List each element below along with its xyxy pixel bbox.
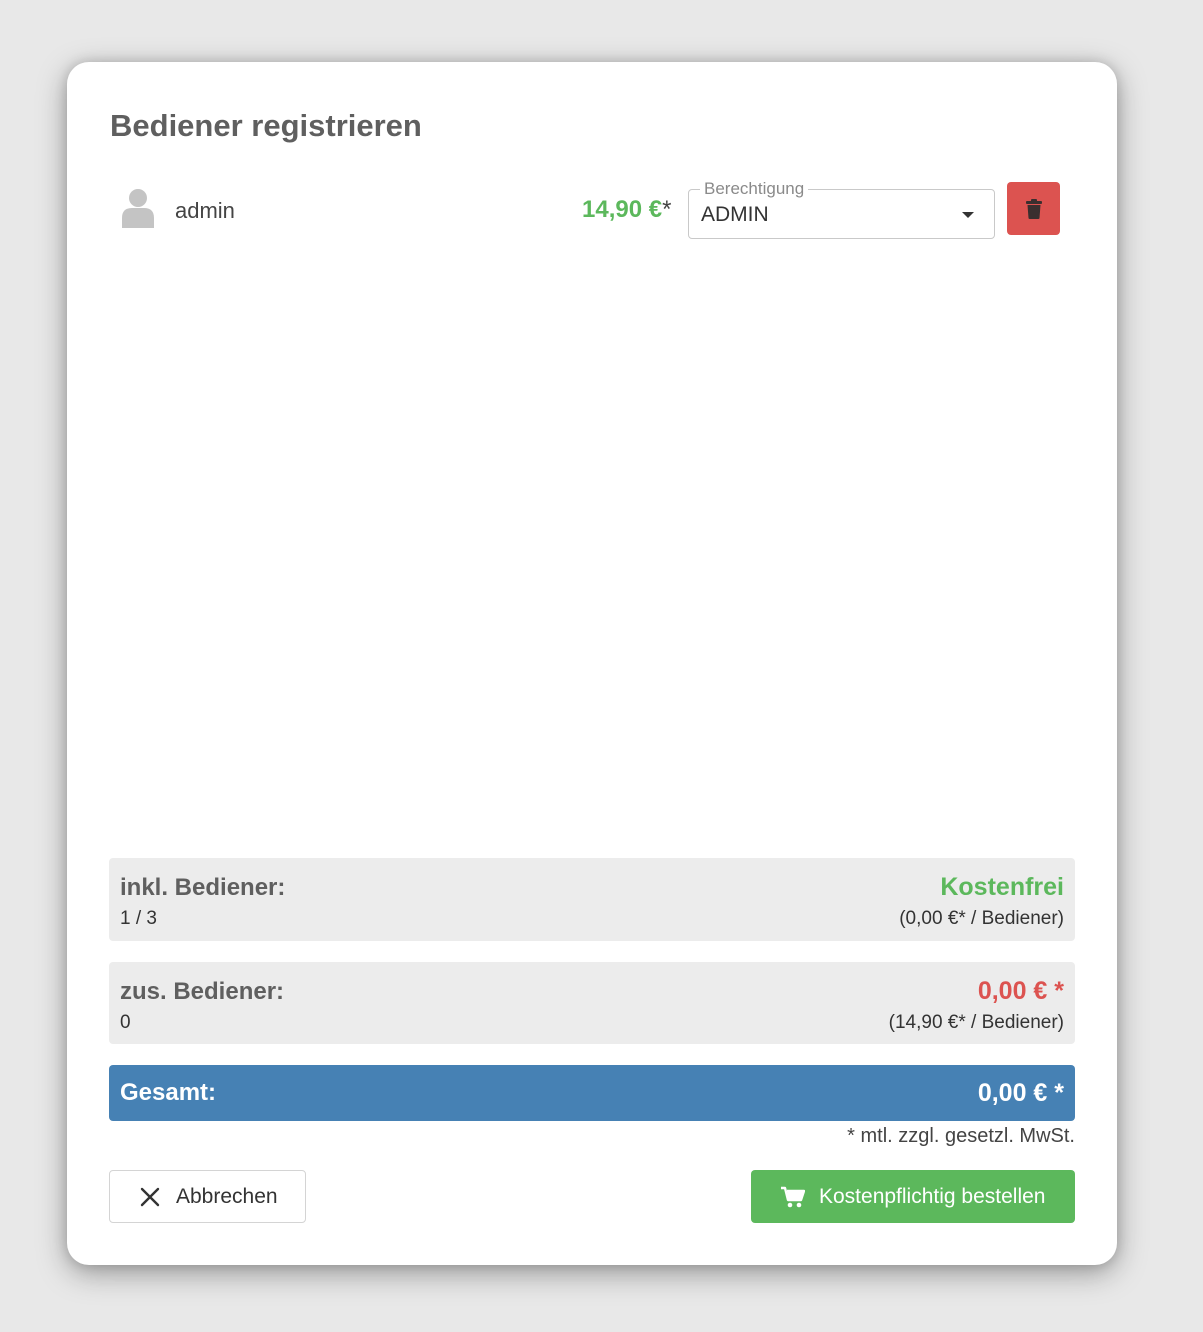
order-label: Kostenpflichtig bestellen: [819, 1184, 1046, 1208]
included-label: inkl. Bediener:: [120, 874, 286, 901]
additional-rate: (14,90 €* / Bediener): [888, 1012, 1064, 1033]
additional-count: 0: [120, 1012, 131, 1033]
close-icon: [140, 1187, 160, 1207]
permission-value: ADMIN: [701, 203, 769, 226]
included-value: Kostenfrei: [940, 873, 1064, 901]
cancel-button[interactable]: Abbrechen: [109, 1170, 306, 1223]
additional-value: 0,00 € *: [977, 977, 1064, 1005]
included-count: 1 / 3: [120, 908, 157, 929]
delete-user-button[interactable]: [1007, 182, 1060, 235]
included-operators-box: inkl. Bediener: 1 / 3 Kostenfrei (0,00 €…: [109, 858, 1075, 941]
order-button[interactable]: Kostenpflichtig bestellen: [751, 1170, 1075, 1223]
additional-operators-box: zus. Bediener: 0 0,00 € * (14,90 €* / Be…: [109, 962, 1075, 1044]
caret-down-icon: [962, 212, 974, 218]
cart-icon: [781, 1186, 805, 1208]
dialog-title: Bediener registrieren: [110, 108, 422, 143]
cancel-label: Abbrechen: [176, 1184, 278, 1208]
user-icon: [120, 188, 156, 228]
user-row: admin 14,90 €* Berechtigung ADMIN: [120, 179, 1060, 246]
permission-label: Berechtigung: [700, 179, 809, 199]
included-rate: (0,00 €* / Bediener): [899, 908, 1064, 929]
total-value: 0,00 € *: [977, 1079, 1064, 1107]
total-box: Gesamt: 0,00 € *: [109, 1065, 1075, 1121]
additional-label: zus. Bediener:: [120, 978, 285, 1005]
register-operator-dialog: Bediener registrieren admin 14,90 €* Ber…: [67, 62, 1117, 1265]
user-name: admin: [175, 198, 235, 223]
trash-icon: [1025, 198, 1042, 219]
user-price: 14,90 €*: [582, 196, 672, 223]
vat-footnote: * mtl. zzgl. gesetzl. MwSt.: [847, 1125, 1075, 1147]
permission-select[interactable]: Berechtigung ADMIN: [688, 179, 995, 239]
total-label: Gesamt:: [120, 1079, 217, 1106]
